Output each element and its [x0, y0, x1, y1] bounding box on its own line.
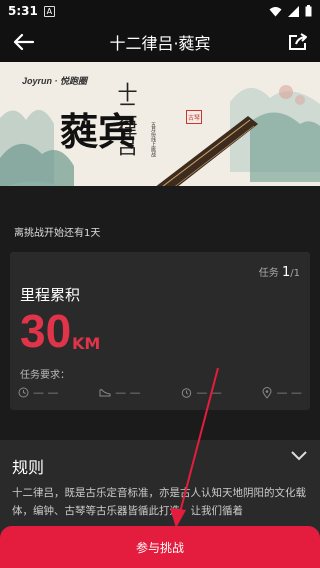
shoe-icon — [99, 389, 111, 397]
status-bar: 5:31 A — [0, 0, 320, 22]
requirements-label: 任务要求： — [20, 370, 70, 381]
requirement-value: — — — [276, 386, 302, 399]
requirement-value: — — — [115, 386, 141, 399]
requirement-item: — — — [99, 386, 141, 399]
requirement-value: — — — [33, 386, 59, 399]
rules-text: 十二律吕，既是古乐定音标准，亦是古人认知天地阴阳的文化载体，编钟、古琴等古乐器皆… — [12, 487, 306, 517]
brand-logo: Joyrun · 悦跑圈 — [22, 76, 88, 86]
share-icon — [289, 33, 307, 50]
requirement-item: — — — [181, 386, 222, 399]
location-icon — [262, 386, 272, 399]
chevron-down-icon[interactable] — [290, 450, 308, 462]
join-challenge-button[interactable]: 参与挑战 — [0, 526, 320, 568]
metric-label: 里程累积 — [20, 286, 81, 304]
task-progress: 任务 1/1 — [259, 264, 300, 280]
arrow-left-icon — [13, 33, 34, 51]
task-card: 任务 1/1 里程累积 30 KM 任务要求： — — — — — — — — — [10, 252, 310, 410]
timer-icon — [182, 388, 192, 398]
rules-heading: 规则 — [12, 458, 45, 477]
metric-unit: KM — [72, 334, 101, 353]
signal-icon — [288, 5, 299, 17]
requirements-row: — — — — — — — — — [18, 386, 302, 399]
requirement-item: — — — [18, 386, 59, 399]
status-time: 5:31 — [8, 4, 38, 18]
challenge-banner: Joyrun · 悦跑圈 十二律吕 蕤宾 五月份线上挑战 古琴 — [0, 62, 320, 186]
share-button[interactable] — [286, 30, 310, 54]
seal-stamp: 古琴 — [186, 110, 202, 124]
back-button[interactable] — [10, 30, 36, 54]
clock-icon — [18, 387, 29, 398]
wifi-icon — [269, 6, 282, 16]
task-total: /1 — [290, 268, 300, 279]
top-bar: 十二律吕·蕤宾 — [0, 22, 320, 62]
banner-subtitle: 五月份线上挑战 — [150, 122, 156, 157]
page-title: 十二律吕·蕤宾 — [109, 34, 211, 53]
notification-icon: A — [43, 5, 55, 17]
requirement-value: — — — [196, 386, 222, 399]
battery-icon — [305, 5, 312, 17]
task-label: 任务 — [258, 268, 279, 279]
metric-value: 30 — [20, 305, 72, 357]
countdown-text: 离挑战开始还有1天 — [0, 218, 320, 244]
requirement-item: — — — [262, 386, 302, 399]
banner-title-big: 蕤宾 — [60, 109, 137, 154]
